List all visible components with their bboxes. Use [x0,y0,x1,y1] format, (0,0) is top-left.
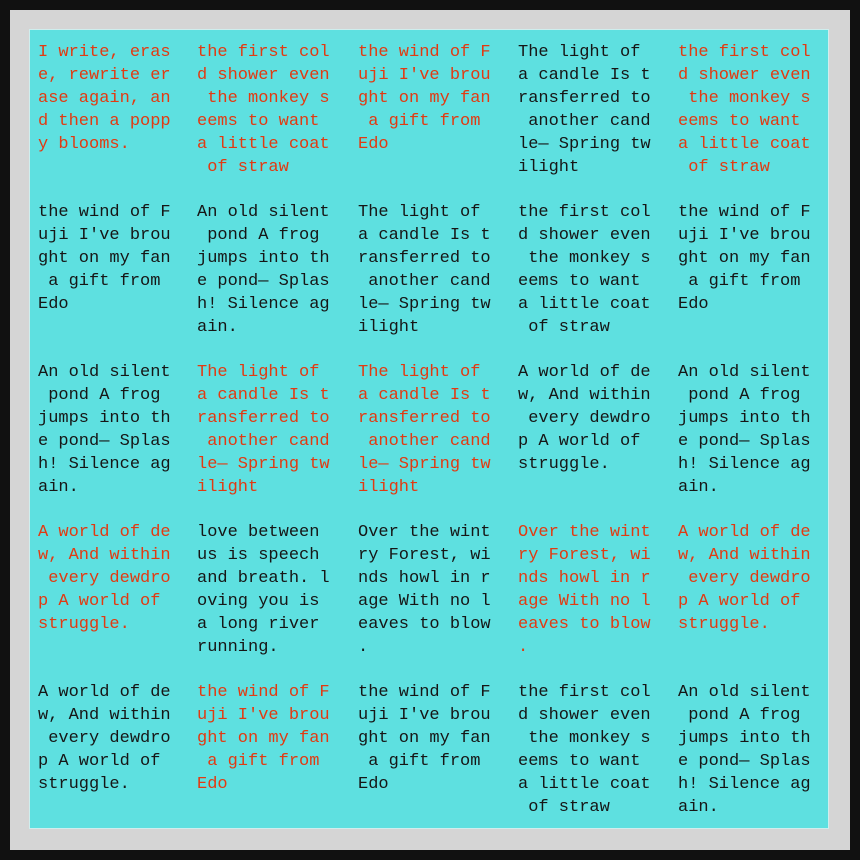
poem-cell: A world of de w, And within every dewdro… [38,683,171,794]
poem-cell: The light of a candle Is t ransferred to… [518,43,651,177]
poem-cell: An old silent pond A frog jumps into th … [197,203,330,337]
poem-cell: the wind of F uji I've brou ght on my fa… [678,203,811,314]
poem-cell: A world of de w, And within every dewdro… [38,523,171,634]
poem-cell: A world of de w, And within every dewdro… [678,523,811,634]
poem-grid: I write, eras e, rewrite er ase again, a… [29,29,829,829]
poem-cell: the first col d shower even the monkey s… [518,203,651,337]
poem-cell: The light of a candle Is t ransferred to… [197,363,330,497]
poem-cell: An old silent pond A frog jumps into th … [38,363,171,497]
poem-cell: Over the wint ry Forest, wi nds howl in … [518,523,651,657]
poem-cell: the wind of F uji I've brou ght on my fa… [358,43,491,154]
poem-cell: A world of de w, And within every dewdro… [518,363,651,474]
poem-cell: the wind of F uji I've brou ght on my fa… [38,203,171,314]
poem-cell: the wind of F uji I've brou ght on my fa… [197,683,330,794]
poem-cell: the first col d shower even the monkey s… [197,43,330,177]
poem-cell: An old silent pond A frog jumps into th … [678,683,811,817]
poem-cell: the first col d shower even the monkey s… [678,43,811,177]
outer-frame: I write, eras e, rewrite er ase again, a… [10,10,850,850]
poem-cell: An old silent pond A frog jumps into th … [678,363,811,497]
poem-cell: I write, eras e, rewrite er ase again, a… [38,43,171,154]
poem-cell: The light of a candle Is t ransferred to… [358,363,491,497]
poem-cell: Over the wint ry Forest, wi nds howl in … [358,523,491,657]
poem-cell: love between us is speech and breath. l … [197,523,330,657]
poem-cell: the first col d shower even the monkey s… [518,683,651,817]
poem-cell: The light of a candle Is t ransferred to… [358,203,491,337]
poem-cell: the wind of F uji I've brou ght on my fa… [358,683,491,794]
